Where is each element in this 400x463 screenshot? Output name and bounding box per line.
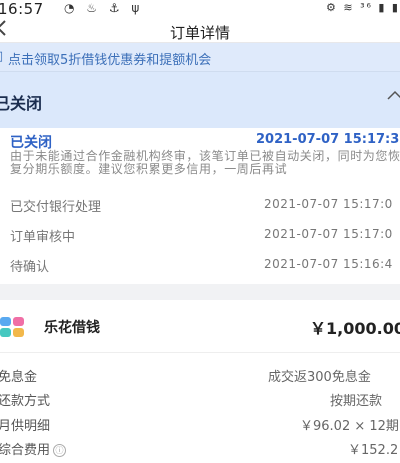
promo-banner[interactable]: ▯ 点击领取5折借钱优惠券和提额机会 (0, 43, 400, 72)
timeline-step-time: 2021-07-07 15:17:0 (264, 197, 393, 211)
status-bar: 16:57 ◔ ♨ ⚓ ψ ⚙ ≋ ³⁶ ▮ ▮ (0, 0, 400, 20)
row-value-total-fee: ￥152.2 (348, 443, 399, 458)
order-timeline-card: 已关闭 2021-07-07 15:17:3 由于未能通过合作金融机构终审，该笔… (0, 128, 400, 284)
total-fee-label: 综合费用 (0, 443, 51, 458)
timeline-step-label: 订单审核中 (10, 230, 76, 245)
order-status-label: 已关闭 (0, 94, 43, 113)
row-value-monthly[interactable]: ￥96.02 × 12期 (300, 415, 399, 434)
product-logo (0, 317, 26, 337)
timeline-current-time: 2021-07-07 15:17:3 (256, 132, 400, 147)
info-icon[interactable]: ⓘ (53, 444, 67, 457)
notification-icons: ◔ ♨ ⚓ ψ (64, 1, 144, 15)
loan-amount: ￥1,000.00 (310, 319, 400, 338)
system-icons: ⚙ ≋ ³⁶ ▮ ▮ (326, 1, 400, 14)
speaker-icon: ▯ (0, 49, 3, 64)
navigation-bar: 订单详情 (0, 20, 400, 43)
row-label-interest-free: 免息金 (0, 370, 38, 385)
timeline-step-time: 2021-07-07 15:17:0 (264, 227, 393, 241)
status-time: 16:57 (0, 0, 44, 18)
promo-text[interactable]: 点击领取5折借钱优惠券和提额机会 (8, 49, 211, 68)
timeline-step-time: 2021-07-07 15:16:4 (264, 257, 393, 271)
page-title: 订单详情 (169, 24, 230, 42)
row-label-total-fee: 综合费用 ⓘ (0, 439, 67, 458)
product-name: 乐花借钱 (44, 320, 100, 336)
timeline-description: 由于未能通过合作金融机构终审，该笔订单已被自动关闭，同时为您恢复分期乐额度。建议… (10, 149, 400, 176)
timeline-step-label: 待确认 (10, 260, 50, 275)
timeline-step-label: 已交付银行处理 (10, 200, 102, 215)
row-label-monthly: 月供明细 (0, 419, 51, 434)
order-status-header[interactable]: 已关闭 (0, 72, 400, 128)
row-value-interest-free: 成交返300免息金 (268, 370, 371, 385)
loan-detail-card: 乐花借钱 ￥1,000.00 免息金 成交返300免息金 还款方式 按期还款 月… (0, 300, 400, 463)
divider (0, 352, 400, 353)
row-label-repayment: 还款方式 (0, 394, 51, 409)
chevron-up-icon[interactable] (386, 86, 400, 107)
row-value-repayment: 按期还款 (330, 394, 383, 409)
